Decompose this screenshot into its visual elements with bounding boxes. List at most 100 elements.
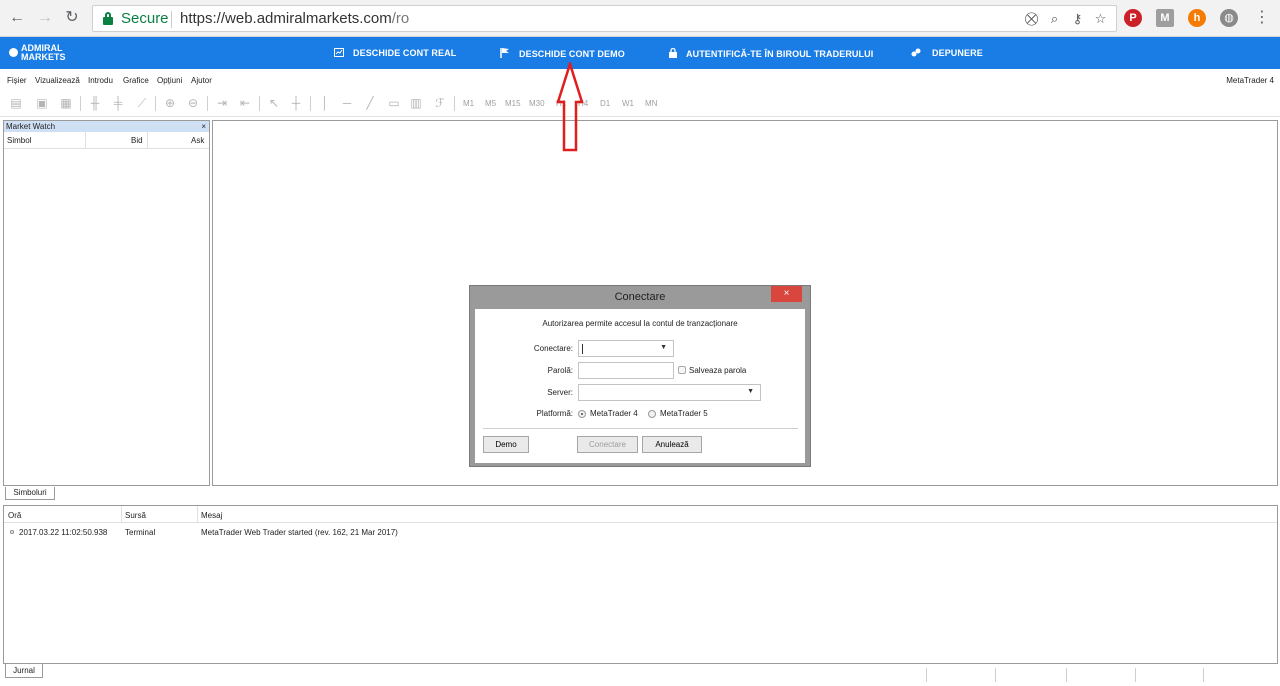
zoom-out-icon[interactable]: ⊖ [185, 96, 201, 111]
text-label-icon[interactable]: ▭ [386, 96, 402, 111]
honey-extension-icon[interactable]: h [1188, 9, 1206, 27]
lock-icon [103, 12, 113, 25]
timeframe-m30[interactable]: M30 [529, 99, 545, 108]
table-row[interactable]: 2017.03.22 11:02:50.938 Terminal MetaTra… [4, 523, 1277, 539]
bar-chart-icon[interactable]: ╫ [87, 96, 103, 111]
bookmark-star-icon[interactable]: ☆ [1093, 11, 1108, 26]
tab-symbols[interactable]: Simboluri [5, 487, 55, 500]
reload-icon[interactable]: ↻ [63, 9, 81, 27]
menu-insert[interactable]: Introdu [88, 76, 113, 85]
login-label: Conectare: [533, 344, 573, 353]
open-demo-account-link[interactable]: DESCHIDE CONT DEMO [500, 48, 625, 59]
chart-shift-icon[interactable]: ⇥ [214, 96, 230, 111]
new-order-icon[interactable]: ▣ [34, 96, 50, 111]
dialog-divider [483, 428, 798, 429]
text-caret [582, 344, 583, 354]
menu-charts[interactable]: Grafice [123, 76, 149, 85]
more-menu-icon[interactable]: ⋮ [1253, 9, 1271, 27]
dialog-title: Conectare [614, 291, 666, 303]
save-password-label[interactable]: Salveaza parola [689, 366, 746, 375]
crosshair-icon[interactable]: ┼ [288, 96, 304, 111]
candlestick-icon[interactable]: ╪ [110, 96, 126, 111]
timeframe-m1[interactable]: M1 [463, 99, 474, 108]
new-chart-icon[interactable]: ▤ [8, 96, 24, 111]
chevron-down-icon[interactable]: ▼ [660, 344, 667, 351]
cancel-button[interactable]: Anulează [642, 436, 702, 453]
deposit-link[interactable]: DEPUNERE [911, 48, 983, 58]
key-icon[interactable]: ⚷ [1070, 11, 1085, 26]
timeframe-mn[interactable]: MN [645, 99, 657, 108]
vertical-line-icon[interactable]: │ [317, 96, 333, 111]
timeframe-d1[interactable]: D1 [600, 99, 610, 108]
coins-icon [911, 48, 921, 57]
password-label: Parolă: [547, 366, 573, 375]
platform-label: Platformă: [536, 409, 573, 418]
column-symbol[interactable]: Simbol [7, 136, 31, 145]
log-source: Terminal [125, 528, 156, 537]
timeframe-w1[interactable]: W1 [622, 99, 634, 108]
menu-options[interactable]: Opțiuni [157, 76, 182, 85]
forward-arrow-icon[interactable]: → [36, 9, 54, 27]
close-icon[interactable]: × [201, 121, 206, 132]
mail-extension-icon[interactable]: M [1156, 9, 1174, 27]
line-chart-icon[interactable]: ⟋ [134, 96, 150, 111]
secure-label: Secure [121, 10, 169, 27]
open-real-account-link[interactable]: DESCHIDE CONT REAL [334, 48, 456, 58]
address-divider [171, 11, 172, 28]
admiral-header: ADMIRAL MARKETS DESCHIDE CONT REAL DESCHI… [0, 37, 1280, 69]
log-message: MetaTrader Web Trader started (rev. 162,… [201, 528, 398, 537]
zoom-in-icon[interactable]: ⊕ [162, 96, 178, 111]
log-time: 2017.03.22 11:02:50.938 [19, 528, 108, 537]
autoscroll-icon[interactable]: ⇤ [237, 96, 253, 111]
profiles-icon[interactable]: ▦ [58, 96, 74, 111]
browser-toolbar: ← → ↻ Secure https://web.admiralmarkets.… [0, 0, 1280, 37]
menu-view[interactable]: Vizualizează [35, 76, 80, 85]
url-text[interactable]: https://web.admiralmarkets.com/ro [180, 10, 409, 27]
demo-button[interactable]: Demo [483, 436, 529, 453]
fibonacci-icon[interactable]: ▥ [408, 96, 424, 111]
horizontal-line-icon[interactable]: ─ [339, 96, 355, 111]
trader-room-login-link[interactable]: AUTENTIFICĂ-TE ÎN BIROUL TRADERULUI [669, 47, 873, 59]
trendline-icon[interactable]: ╱ [362, 96, 378, 111]
log-dot-icon [10, 530, 14, 534]
status-bar [0, 666, 1280, 684]
server-select[interactable]: ▼ [578, 384, 761, 401]
market-watch-title: Market Watch × [4, 121, 209, 132]
terminal-toolbar: ▤ ▣ ▦ ╫ ╪ ⟋ ⊕ ⊖ ⇥ ⇤ ↖ ┼ │ ─ ╱ ▭ ▥ ℱ M1 M… [0, 91, 1280, 117]
menu-file[interactable]: Fișier [7, 76, 27, 85]
password-field[interactable] [578, 362, 674, 379]
login-combobox[interactable]: ▼ [578, 340, 674, 357]
platform-mt5-radio[interactable] [648, 410, 656, 418]
platform-mt4-label[interactable]: MetaTrader 4 [590, 409, 638, 418]
platform-label: MetaTrader 4 [1226, 76, 1274, 85]
connect-button[interactable]: Conectare [577, 436, 638, 453]
platform-mt4-radio[interactable] [578, 410, 586, 418]
server-label: Server: [547, 388, 573, 397]
chevron-down-icon[interactable]: ▼ [747, 388, 754, 395]
timeframe-m15[interactable]: M15 [505, 99, 521, 108]
column-message[interactable]: Mesaj [201, 511, 222, 520]
flag-icon [500, 48, 510, 58]
column-source[interactable]: Sursă [125, 511, 146, 520]
translate-icon[interactable]: ⛒ [1024, 11, 1039, 26]
timeframe-m5[interactable]: M5 [485, 99, 496, 108]
back-arrow-icon[interactable]: ← [8, 9, 26, 27]
globe-extension-icon[interactable]: ◍ [1220, 9, 1238, 27]
terminal-menubar: Fișier Vizualizează Introdu Grafice Opți… [0, 70, 1280, 90]
journal-panel: Oră Sursă Mesaj 2017.03.22 11:02:50.938 … [3, 505, 1278, 664]
pinterest-icon[interactable]: P [1124, 9, 1142, 27]
chart-icon [334, 48, 344, 57]
save-password-checkbox[interactable] [678, 366, 686, 374]
platform-mt5-label[interactable]: MetaTrader 5 [660, 409, 708, 418]
column-time[interactable]: Oră [8, 511, 21, 520]
lock-icon [669, 47, 679, 58]
column-ask[interactable]: Ask [191, 136, 204, 145]
close-icon[interactable]: × [771, 286, 802, 302]
dialog-message: Autorizarea permite accesul la contul de… [542, 319, 738, 328]
indicators-icon[interactable]: ℱ [432, 96, 448, 111]
address-bar[interactable]: Secure https://web.admiralmarkets.com/ro… [92, 5, 1117, 32]
cursor-icon[interactable]: ↖ [266, 96, 282, 111]
zoom-icon[interactable]: ⌕ [1047, 11, 1062, 26]
column-bid[interactable]: Bid [131, 136, 143, 145]
menu-help[interactable]: Ajutor [191, 76, 212, 85]
